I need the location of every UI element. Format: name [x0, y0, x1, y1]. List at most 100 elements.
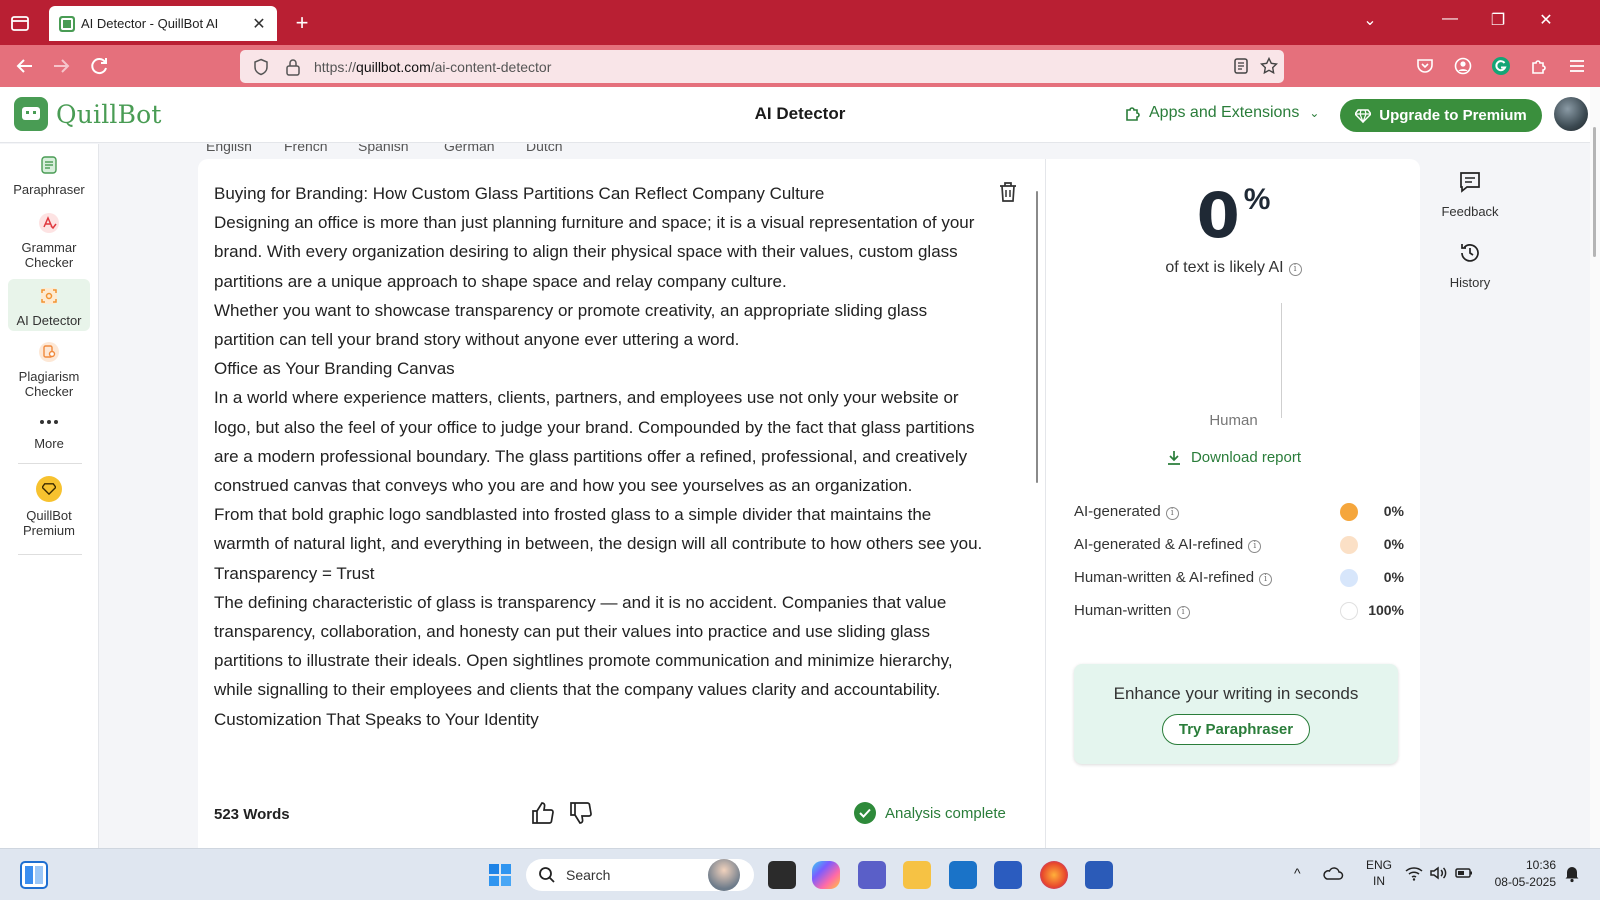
account-icon[interactable]: [1452, 55, 1474, 77]
download-report-label: Download report: [1190, 449, 1302, 466]
info-icon[interactable]: i: [1176, 606, 1190, 619]
teams-icon[interactable]: [858, 861, 886, 889]
quillbot-logo[interactable]: QuillBot: [14, 97, 162, 131]
editor-scrollbar[interactable]: [1036, 191, 1038, 483]
download-report-button[interactable]: Download report: [1047, 449, 1420, 466]
language-tabs: English French Spanish German Dutch: [198, 144, 798, 158]
history-button[interactable]: History: [1420, 241, 1520, 290]
tab-german[interactable]: German: [444, 144, 495, 154]
sidebar-item-grammar-checker[interactable]: Grammar Checker: [8, 212, 90, 274]
show-hidden-icons-icon[interactable]: ^: [1294, 865, 1301, 881]
delete-trash-icon[interactable]: [998, 181, 1018, 203]
tab-list-icon[interactable]: [8, 11, 32, 35]
info-icon[interactable]: i: [1288, 263, 1302, 276]
editor-paragraph: From that bold graphic logo sandblasted …: [214, 505, 983, 554]
info-icon[interactable]: i: [1259, 573, 1273, 586]
apps-extensions-dropdown[interactable]: Apps and Extensions ⌄: [1124, 104, 1319, 122]
detector-card: Buying for Branding: How Custom Glass Pa…: [198, 159, 1420, 848]
page-scrollbar[interactable]: [1590, 87, 1600, 848]
grammarly-extension-icon[interactable]: [1490, 55, 1512, 77]
sidebar-divider: [18, 463, 82, 464]
likely-ai-text: of text is likely AI: [1165, 259, 1284, 276]
sidebar-item-ai-detector[interactable]: AI Detector: [8, 279, 90, 331]
bookmark-star-icon[interactable]: [1258, 55, 1280, 77]
new-tab-button[interactable]: +: [290, 10, 314, 36]
file-explorer-icon[interactable]: [903, 861, 931, 889]
page-title: AI Detector: [754, 104, 846, 123]
upgrade-premium-button[interactable]: Upgrade to Premium: [1340, 99, 1542, 132]
scrollbar-thumb[interactable]: [1593, 127, 1596, 257]
sidebar-item-more[interactable]: More: [8, 414, 90, 456]
thumbs-up-icon[interactable]: [530, 800, 556, 826]
menu-icon[interactable]: [1566, 55, 1588, 77]
windows-taskbar: Search ^ ENG IN 10:36 08-05-2025: [0, 848, 1600, 900]
tab-english[interactable]: English: [206, 144, 252, 154]
sidebar-item-quillbot-premium[interactable]: QuillBot Premium: [8, 476, 90, 544]
search-highlight-image[interactable]: [708, 859, 740, 891]
battery-icon[interactable]: [1454, 863, 1474, 883]
url-text: https://quillbot.com/ai-content-detector: [314, 58, 552, 75]
lock-icon[interactable]: [282, 56, 304, 78]
analysis-status: Analysis complete: [854, 802, 1006, 824]
text-editor-panel: Buying for Branding: How Custom Glass Pa…: [198, 159, 1046, 848]
shield-icon[interactable]: [250, 56, 272, 78]
editor-text-area[interactable]: Buying for Branding: How Custom Glass Pa…: [214, 179, 984, 786]
editor-paragraph: The defining characteristic of glass is …: [214, 592, 953, 700]
browser-navbar: https://quillbot.com/ai-content-detector: [0, 45, 1600, 87]
notification-bell-icon[interactable]: [1562, 863, 1582, 883]
tab-close-icon[interactable]: ✕: [251, 14, 267, 34]
onedrive-icon[interactable]: [1322, 863, 1344, 885]
address-bar[interactable]: https://quillbot.com/ai-content-detector: [240, 50, 1284, 83]
word-icon[interactable]: [1085, 861, 1113, 889]
puzzle-icon: [1126, 107, 1140, 121]
minimize-icon[interactable]: —: [1438, 10, 1462, 28]
tab-dutch[interactable]: Dutch: [526, 144, 563, 154]
pocket-icon[interactable]: [1414, 55, 1436, 77]
chevron-down-icon: ⌄: [1309, 106, 1320, 120]
wifi-icon[interactable]: [1404, 863, 1424, 883]
percent-sign: %: [1243, 183, 1271, 216]
list-all-tabs-icon[interactable]: ⌄: [1358, 10, 1382, 30]
microsoft-store-icon[interactable]: [994, 861, 1022, 889]
forward-icon[interactable]: [48, 53, 74, 79]
try-paraphraser-button[interactable]: Try Paraphraser: [1161, 714, 1311, 745]
sidebar-item-paraphraser[interactable]: Paraphraser: [8, 154, 90, 206]
firefox-icon[interactable]: [1040, 861, 1068, 889]
reader-view-icon[interactable]: [1230, 55, 1252, 77]
legend-color-dot: [1340, 536, 1358, 554]
language-indicator[interactable]: ENG IN: [1366, 857, 1392, 889]
ai-percentage: 0%: [1047, 179, 1420, 252]
legend-label: AI-generated & AI-refined i: [1074, 536, 1262, 553]
info-icon[interactable]: i: [1248, 540, 1262, 553]
grammar-icon: [38, 212, 60, 234]
tab-spanish[interactable]: Spanish: [358, 144, 409, 154]
restore-icon[interactable]: ❐: [1486, 10, 1510, 30]
widgets-icon[interactable]: [20, 861, 48, 889]
outlook-icon[interactable]: [949, 861, 977, 889]
task-view-icon[interactable]: [768, 861, 796, 889]
extensions-icon[interactable]: [1528, 55, 1550, 77]
browser-tab-active[interactable]: AI Detector - QuillBot AI ✕: [49, 6, 277, 41]
legend-value: 0%: [1383, 536, 1404, 552]
windows-start-icon[interactable]: [486, 861, 514, 889]
copilot-icon[interactable]: [812, 861, 840, 889]
paraphraser-icon: [38, 154, 60, 176]
enhance-title: Enhance your writing in seconds: [1113, 684, 1359, 703]
reload-icon[interactable]: [86, 53, 112, 79]
download-icon: [1167, 450, 1180, 465]
editor-paragraph: Customization That Speaks to Your Identi…: [214, 709, 539, 729]
sidebar-item-plagiarism-checker[interactable]: Plagiarism Checker: [8, 341, 90, 403]
tab-french[interactable]: French: [284, 144, 328, 154]
user-avatar[interactable]: [1554, 97, 1588, 131]
taskbar-clock[interactable]: 10:36 08-05-2025: [1486, 857, 1556, 891]
results-panel: 0% of text is likely AI i Human Download …: [1047, 159, 1420, 848]
volume-icon[interactable]: [1428, 863, 1448, 883]
close-window-icon[interactable]: ✕: [1534, 10, 1558, 30]
search-icon: [539, 867, 555, 883]
browser-titlebar: AI Detector - QuillBot AI ✕ + ⌄ — ❐ ✕: [0, 0, 1600, 45]
back-icon[interactable]: [12, 53, 38, 79]
info-icon[interactable]: i: [1165, 507, 1179, 520]
feedback-button[interactable]: Feedback: [1420, 170, 1520, 219]
ai-detector-icon: [38, 285, 60, 307]
thumbs-down-icon[interactable]: [568, 800, 594, 826]
